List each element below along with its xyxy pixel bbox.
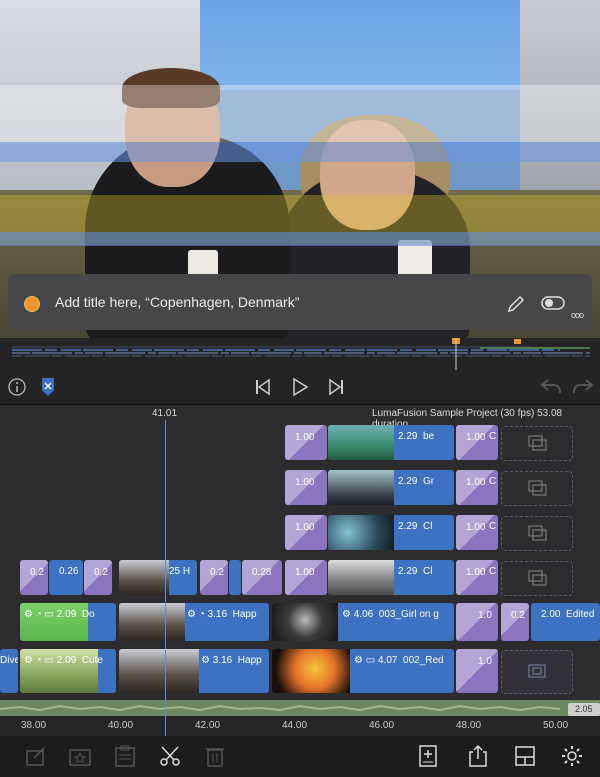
video-clip[interactable]: ⚙ ◔ 3.16 Happ [119, 603, 269, 641]
playhead[interactable] [165, 420, 166, 736]
video-clip[interactable]: 25 H [119, 560, 197, 595]
trash-icon[interactable] [203, 744, 227, 768]
clip-label: ⚙ 4.06 003_Girl on g [342, 609, 439, 620]
redo-icon[interactable] [572, 378, 594, 396]
transition[interactable]: 0.2 [84, 560, 112, 595]
video-clip[interactable]: 2.00 Edited [531, 603, 600, 641]
play-icon[interactable] [290, 377, 310, 397]
transition[interactable]: 0.2 [20, 560, 48, 595]
transition[interactable]: 1.0 [456, 649, 498, 693]
clip-thumbnail [328, 560, 394, 595]
playhead-time: 41.01 [152, 408, 178, 419]
transition[interactable]: 1.0 [456, 603, 498, 641]
info-icon[interactable] [7, 377, 27, 397]
clip-thumbnail [328, 470, 394, 505]
playback-controls [0, 370, 600, 405]
add-clip-icon[interactable] [527, 434, 547, 452]
clipboard-icon[interactable] [113, 744, 137, 768]
clip-thumbnail [272, 649, 350, 693]
transition[interactable]: 0.2 [200, 560, 228, 595]
clip-label: C [489, 476, 497, 487]
clip-thumbnail [272, 603, 338, 641]
title-text[interactable]: Add title here, “Copenhagen, Denmark” [55, 294, 299, 310]
video-clip[interactable]: 2.29 Cl [328, 560, 454, 595]
edit-clip-icon[interactable] [24, 744, 48, 768]
transition[interactable]: 1.00 [285, 515, 327, 550]
share-icon[interactable] [466, 744, 490, 768]
favorite-icon[interactable] [68, 744, 92, 768]
video-clip[interactable]: ⚙ 3.16 Happ [119, 649, 269, 693]
transition[interactable]: 0.2 [501, 603, 529, 641]
add-clip-icon[interactable] [527, 569, 547, 587]
clip-label: 2.29 Cl [398, 521, 433, 532]
scissors-icon[interactable] [158, 744, 182, 768]
video-clip[interactable]: Dive [0, 649, 18, 693]
toggle-icon[interactable] [541, 296, 565, 310]
video-clip[interactable]: ⚙ 4.06 003_Girl on g [272, 603, 454, 641]
film-icon[interactable] [527, 662, 547, 680]
pencil-icon[interactable] [506, 294, 526, 314]
add-clip-icon[interactable] [527, 479, 547, 497]
timeline-ruler[interactable]: 38.00 40.00 42.00 44.00 46.00 48.00 50.0… [0, 716, 600, 736]
layout-icon[interactable] [513, 744, 537, 768]
audio-track[interactable] [0, 700, 600, 716]
settings-icon[interactable] [560, 744, 584, 768]
clip-label: ⚙ ▭ 4.07 002_Red [354, 655, 444, 666]
transition[interactable]: 1.00 [285, 470, 327, 505]
clip-label: 2.29 be [398, 431, 435, 442]
more-button[interactable]: ooo [571, 310, 584, 320]
bottom-toolbar [0, 736, 600, 777]
clip-label: ⚙ ◔ 3.16 Happ [187, 609, 257, 620]
clip-label: C [489, 521, 497, 532]
skip-back-icon[interactable] [253, 377, 273, 397]
glitch-band [0, 85, 600, 142]
video-clip[interactable]: ⚙ ◔ ▭ 2.09 Cute [20, 649, 116, 693]
video-clip[interactable]: ⚙ ▭ 4.07 002_Red [272, 649, 454, 693]
video-clip[interactable]: ⚙ ◔ ▭ 2.09 Do [20, 603, 116, 641]
clip-label: ⚙ ◔ ▭ 2.09 Do [24, 609, 95, 620]
clip-label: 2.29 Cl [398, 566, 433, 577]
transition[interactable]: 1.00 [285, 560, 327, 595]
clip-label: C [489, 566, 497, 577]
video-clip[interactable] [229, 560, 241, 595]
add-track-icon[interactable] [416, 744, 440, 768]
video-clip[interactable]: 2.29 Cl [328, 515, 454, 550]
clip-thumbnail [119, 560, 169, 595]
clip-thumbnail [328, 425, 394, 460]
video-preview[interactable]: Add title here, “Copenhagen, Denmark” oo… [0, 0, 600, 338]
clip-label: C [489, 431, 497, 442]
clip-label: ⚙ 3.16 Happ [201, 655, 262, 666]
title-bar[interactable]: Add title here, “Copenhagen, Denmark” oo… [8, 274, 592, 330]
clip-thumbnail [119, 649, 199, 693]
record-indicator[interactable] [24, 296, 40, 312]
video-clip[interactable]: 2.29 be [328, 425, 454, 460]
clip-thumbnail [119, 603, 185, 641]
glitch-band [0, 142, 600, 162]
clip-label: 2.29 Gr [398, 476, 435, 487]
timeline-overview[interactable] [0, 338, 600, 370]
audio-clip-end[interactable]: 2.05 [568, 703, 600, 716]
clip-thumbnail [328, 515, 394, 550]
clip-label: ⚙ ◔ ▭ 2.09 Cute [24, 655, 103, 666]
video-clip[interactable]: 2.29 Gr [328, 470, 454, 505]
undo-icon[interactable] [540, 378, 562, 396]
skip-forward-icon[interactable] [326, 377, 346, 397]
glitch-band [0, 232, 600, 246]
marker-icon[interactable] [40, 376, 56, 398]
transition[interactable]: 0.28 [242, 560, 282, 595]
add-clip-icon[interactable] [527, 524, 547, 542]
transition[interactable]: 1.00 [285, 425, 327, 460]
clip-label: 2.00 Edited [541, 609, 595, 620]
video-clip[interactable]: 0.26 [49, 560, 83, 595]
